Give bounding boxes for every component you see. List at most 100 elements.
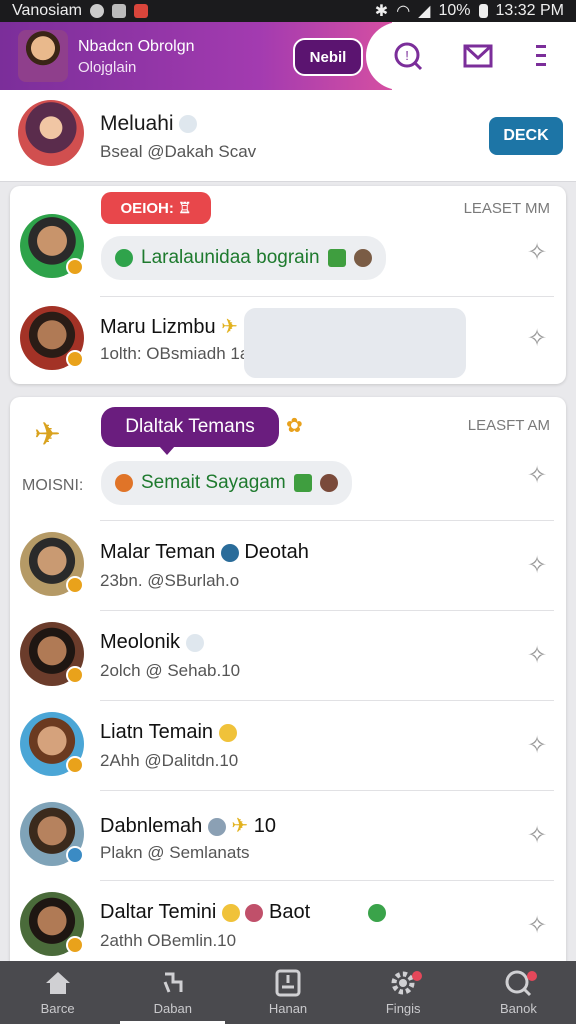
star-icon[interactable]: ✧ [524, 733, 550, 759]
divider [100, 880, 554, 881]
nav-item-home[interactable]: Barce [0, 961, 115, 1024]
star-icon[interactable]: ✧ [524, 240, 550, 266]
status-badge [66, 756, 84, 774]
status-badge [66, 350, 84, 368]
message-bubble[interactable]: Semait Sayagam [101, 461, 352, 505]
smile-icon [218, 723, 237, 742]
star-icon[interactable]: ✧ [524, 643, 550, 669]
avatar[interactable] [20, 892, 84, 956]
status-bar: Vanosiam ✱ ◠ ◢ 10% 13:32 PM [0, 0, 576, 22]
header-action-button[interactable]: Nebil [293, 38, 363, 76]
contact-extra: 10 [253, 815, 276, 837]
status-tag[interactable]: OEIOH: ♖ [101, 192, 211, 224]
contact-name: Dabnlemah ✈ 10 [100, 813, 276, 838]
status-badge [66, 576, 84, 594]
avatar[interactable] [20, 306, 84, 370]
profile-sub: Bseal @Dakah Scav [100, 142, 257, 161]
star-icon[interactable]: ✧ [524, 823, 550, 849]
profile-name: Meluahi [100, 112, 198, 136]
nav-label: Daban [153, 1001, 192, 1016]
nav-label: Fingis [385, 1001, 421, 1016]
chat-icon [115, 249, 133, 267]
header-user-sub: Olojglain [78, 59, 137, 76]
status-badge [66, 258, 84, 276]
contact-sub: 2Ahh @Dalitdn.10 [100, 751, 239, 770]
star-icon[interactable]: ✧ [524, 553, 550, 579]
star-icon[interactable]: ✧ [524, 326, 550, 352]
nav-label: Barce [40, 1001, 75, 1016]
svg-text:!: ! [405, 48, 409, 63]
search-icon[interactable]: ! [390, 38, 426, 74]
side-label: MOISNI: [22, 477, 84, 494]
deck-button[interactable]: DECK [489, 117, 563, 155]
signal-icon: ◢ [418, 3, 431, 20]
emoji-icon [185, 633, 204, 652]
recycle-icon [367, 903, 386, 922]
contact-sub: 23bn. @SBurlah.o [100, 571, 240, 590]
clock: 13:32 PM [495, 2, 564, 19]
avatar[interactable] [20, 622, 84, 686]
app-icon [133, 4, 148, 18]
plane-icon: ✈ [231, 815, 249, 837]
nav-item-friends[interactable]: Daban [115, 961, 230, 1024]
mail-icon[interactable] [460, 38, 496, 74]
carrier-label: Vanosiam [12, 2, 82, 19]
bottom-navigation: Barce Daban Hanan Fingis Banok [0, 961, 576, 1024]
contact-sub: 1olth: OBsmiadh 1a [100, 344, 250, 363]
star-icon[interactable]: ✧ [524, 463, 550, 489]
contact-name-text: Malar Teman [100, 541, 216, 563]
group-tag[interactable]: Dlaltak Temans [101, 407, 279, 455]
divider [100, 700, 554, 701]
avatar[interactable] [20, 214, 84, 278]
friends-card: ✈ Dlaltak Temans ✿ LEASFT AM MOISNI: Sem… [10, 397, 566, 967]
contact-sub: Plakn @ Semlanats [100, 843, 250, 862]
user-avatar[interactable] [18, 30, 68, 82]
emoji-icon: ✿ [286, 415, 303, 437]
avatar[interactable] [20, 712, 84, 776]
emoji-icon [221, 903, 240, 922]
person-icon [207, 817, 226, 836]
notification-dot [411, 971, 422, 981]
contact-sub: 2olch @ Sehab.10 [100, 661, 241, 680]
message-preview-placeholder [244, 308, 466, 378]
chat-card: OEIOH: ♖ LEASET MM Laralaunidaa bograin … [10, 186, 566, 384]
divider [100, 296, 554, 297]
contact-name-text: Liatn Temain [100, 721, 214, 743]
menu-icon[interactable] [523, 38, 559, 74]
profile-row[interactable]: Meluahi Bseal @Dakah Scav DECK [0, 90, 576, 182]
contact-name-text: Dabnlemah [100, 815, 203, 837]
friends-icon [159, 969, 187, 997]
status-badge [66, 666, 84, 684]
app-header: Nbadcn Obrolgn Olojglain Nebil ! [0, 22, 576, 90]
avatar[interactable] [20, 802, 84, 866]
download-icon [111, 4, 126, 18]
timestamp: LEASFT AM [467, 417, 550, 434]
divider [100, 790, 554, 791]
contact-name-text: Daltar Temini [100, 901, 217, 923]
divider [100, 520, 554, 521]
contact-name: Liatn Temain [100, 721, 237, 744]
home-icon [44, 969, 72, 997]
contact-name: Maru Lizmbu ✈ [100, 314, 238, 339]
status-badge [66, 846, 84, 864]
contact-name: Meolonik [100, 631, 204, 654]
avatar[interactable] [20, 532, 84, 596]
nav-item-contacts[interactable]: Hanan [230, 961, 345, 1024]
divider [100, 610, 554, 611]
star-icon[interactable]: ✧ [524, 913, 550, 939]
status-badge [66, 936, 84, 954]
airplane-icon: ✈ [34, 416, 61, 452]
profile-avatar[interactable] [18, 100, 84, 166]
message-bubble[interactable]: Laralaunidaa bograin [101, 236, 386, 280]
contacts-icon [274, 969, 302, 997]
contact-extra: Deotah [244, 541, 309, 563]
timestamp: LEASET MM [463, 200, 550, 217]
contact-sub: 2athh OBemlin.10 [100, 931, 237, 950]
contact-name: Daltar Temini Baot [100, 901, 386, 924]
app-notification-icon [89, 4, 104, 18]
wifi-icon: ◠ [396, 3, 411, 20]
person-icon [353, 249, 372, 267]
nav-item-settings[interactable]: Fingis [346, 961, 461, 1024]
bluetooth-icon: ✱ [374, 3, 389, 20]
nav-item-chat[interactable]: Banok [461, 961, 576, 1024]
